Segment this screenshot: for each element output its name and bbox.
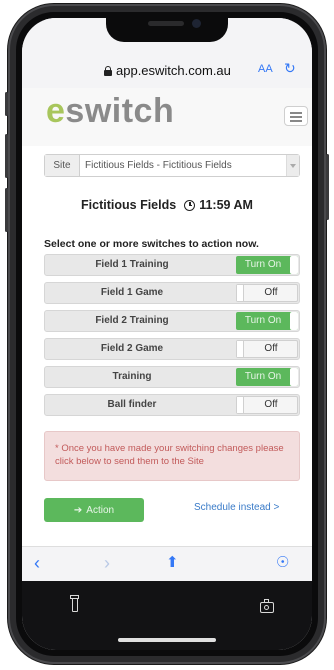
switch-row: Training Turn On <box>44 366 300 388</box>
browser-toolbar: ‹ › ⬆ ☉ <box>22 546 312 581</box>
url-display[interactable]: app.eswitch.com.au <box>104 63 231 78</box>
switch-name: Training <box>112 371 152 382</box>
site-select-value[interactable]: Fictitious Fields - Fictitious Fields <box>80 155 286 176</box>
flashlight-icon[interactable] <box>70 595 79 612</box>
switch-name: Field 1 Game <box>100 287 164 298</box>
toggle-label: Turn On <box>244 315 282 326</box>
toggle-label: Off <box>264 343 278 354</box>
switch-name: Field 1 Training <box>95 259 169 270</box>
reload-icon[interactable]: ↻ <box>284 60 296 77</box>
switch-row: Field 2 Training Turn On <box>44 310 300 332</box>
toggle-knob <box>237 341 244 357</box>
logo-switch: switch <box>65 92 175 130</box>
speaker-grille <box>148 21 184 26</box>
switch-toggle[interactable]: Off <box>236 284 298 302</box>
compass-icon[interactable]: ☉ <box>276 553 289 573</box>
switch-name: Field 2 Training <box>95 315 169 326</box>
switch-row: Field 1 Game Off <box>44 282 300 304</box>
instructions-text: Select one or more switches to action no… <box>44 238 259 250</box>
phone-volume-down <box>5 188 8 232</box>
site-select[interactable]: Site Fictitious Fields - Fictitious Fiel… <box>44 154 300 177</box>
switch-row: Ball finder Off <box>44 394 300 416</box>
toggle-label: Off <box>264 287 278 298</box>
home-indicator[interactable] <box>118 638 216 642</box>
phone-notch <box>106 12 228 42</box>
phone-frame: app.eswitch.com.au AA ↻ eswitch Site Fic… <box>5 4 329 664</box>
site-name: Fictitious Fields <box>81 198 177 212</box>
switch-toggle[interactable]: Turn On <box>236 256 298 274</box>
toggle-knob <box>237 285 244 301</box>
text-size-button[interactable]: AA <box>258 63 273 75</box>
toggle-knob <box>290 256 298 274</box>
phone-power-button <box>326 154 329 220</box>
switch-toggle[interactable]: Turn On <box>236 368 298 386</box>
toggle-knob <box>290 368 298 386</box>
camera-icon[interactable] <box>260 599 274 613</box>
action-button-label: Action <box>86 504 115 516</box>
page-title: Fictitious Fields 11:59 AM <box>22 198 312 212</box>
lock-icon <box>104 66 112 76</box>
url-text: app.eswitch.com.au <box>116 63 231 78</box>
phone-side-button <box>5 92 8 116</box>
toggle-knob <box>237 397 244 413</box>
screen: app.eswitch.com.au AA ↻ eswitch Site Fic… <box>22 18 312 650</box>
switch-toggle[interactable]: Off <box>236 340 298 358</box>
site-select-label: Site <box>45 155 80 176</box>
hamburger-menu-icon[interactable] <box>284 106 308 126</box>
switch-row: Field 1 Training Turn On <box>44 254 300 276</box>
share-icon[interactable]: ⬆ <box>166 553 179 573</box>
arrow-right-icon: ➔ <box>73 504 83 516</box>
switch-name: Field 2 Game <box>100 343 164 354</box>
switch-row: Field 2 Game Off <box>44 338 300 360</box>
phone-volume-up <box>5 134 8 178</box>
switch-name: Ball finder <box>107 399 157 410</box>
front-camera <box>192 19 201 28</box>
back-chevron-icon[interactable]: ‹ <box>34 553 40 573</box>
toggle-label: Off <box>264 399 278 410</box>
eswitch-logo[interactable]: eswitch <box>46 92 174 131</box>
toggle-knob <box>290 312 298 330</box>
toggle-label: Turn On <box>244 259 282 270</box>
notice-message: * Once you have made your switching chan… <box>44 431 300 481</box>
switch-toggle[interactable]: Turn On <box>236 312 298 330</box>
action-button[interactable]: ➔ Action <box>44 498 144 522</box>
toggle-label: Turn On <box>244 371 282 382</box>
phone-bezel: app.eswitch.com.au AA ↻ eswitch Site Fic… <box>16 12 318 656</box>
switch-toggle[interactable]: Off <box>236 396 298 414</box>
forward-chevron-icon[interactable]: › <box>104 553 110 573</box>
logo-e: e <box>46 92 66 130</box>
chevron-down-icon[interactable] <box>286 155 299 176</box>
clock-icon <box>184 199 196 211</box>
schedule-instead-link[interactable]: Schedule instead > <box>194 502 279 513</box>
current-time: 11:59 AM <box>199 198 253 212</box>
main-content: Site Fictitious Fields - Fictitious Fiel… <box>22 146 312 546</box>
